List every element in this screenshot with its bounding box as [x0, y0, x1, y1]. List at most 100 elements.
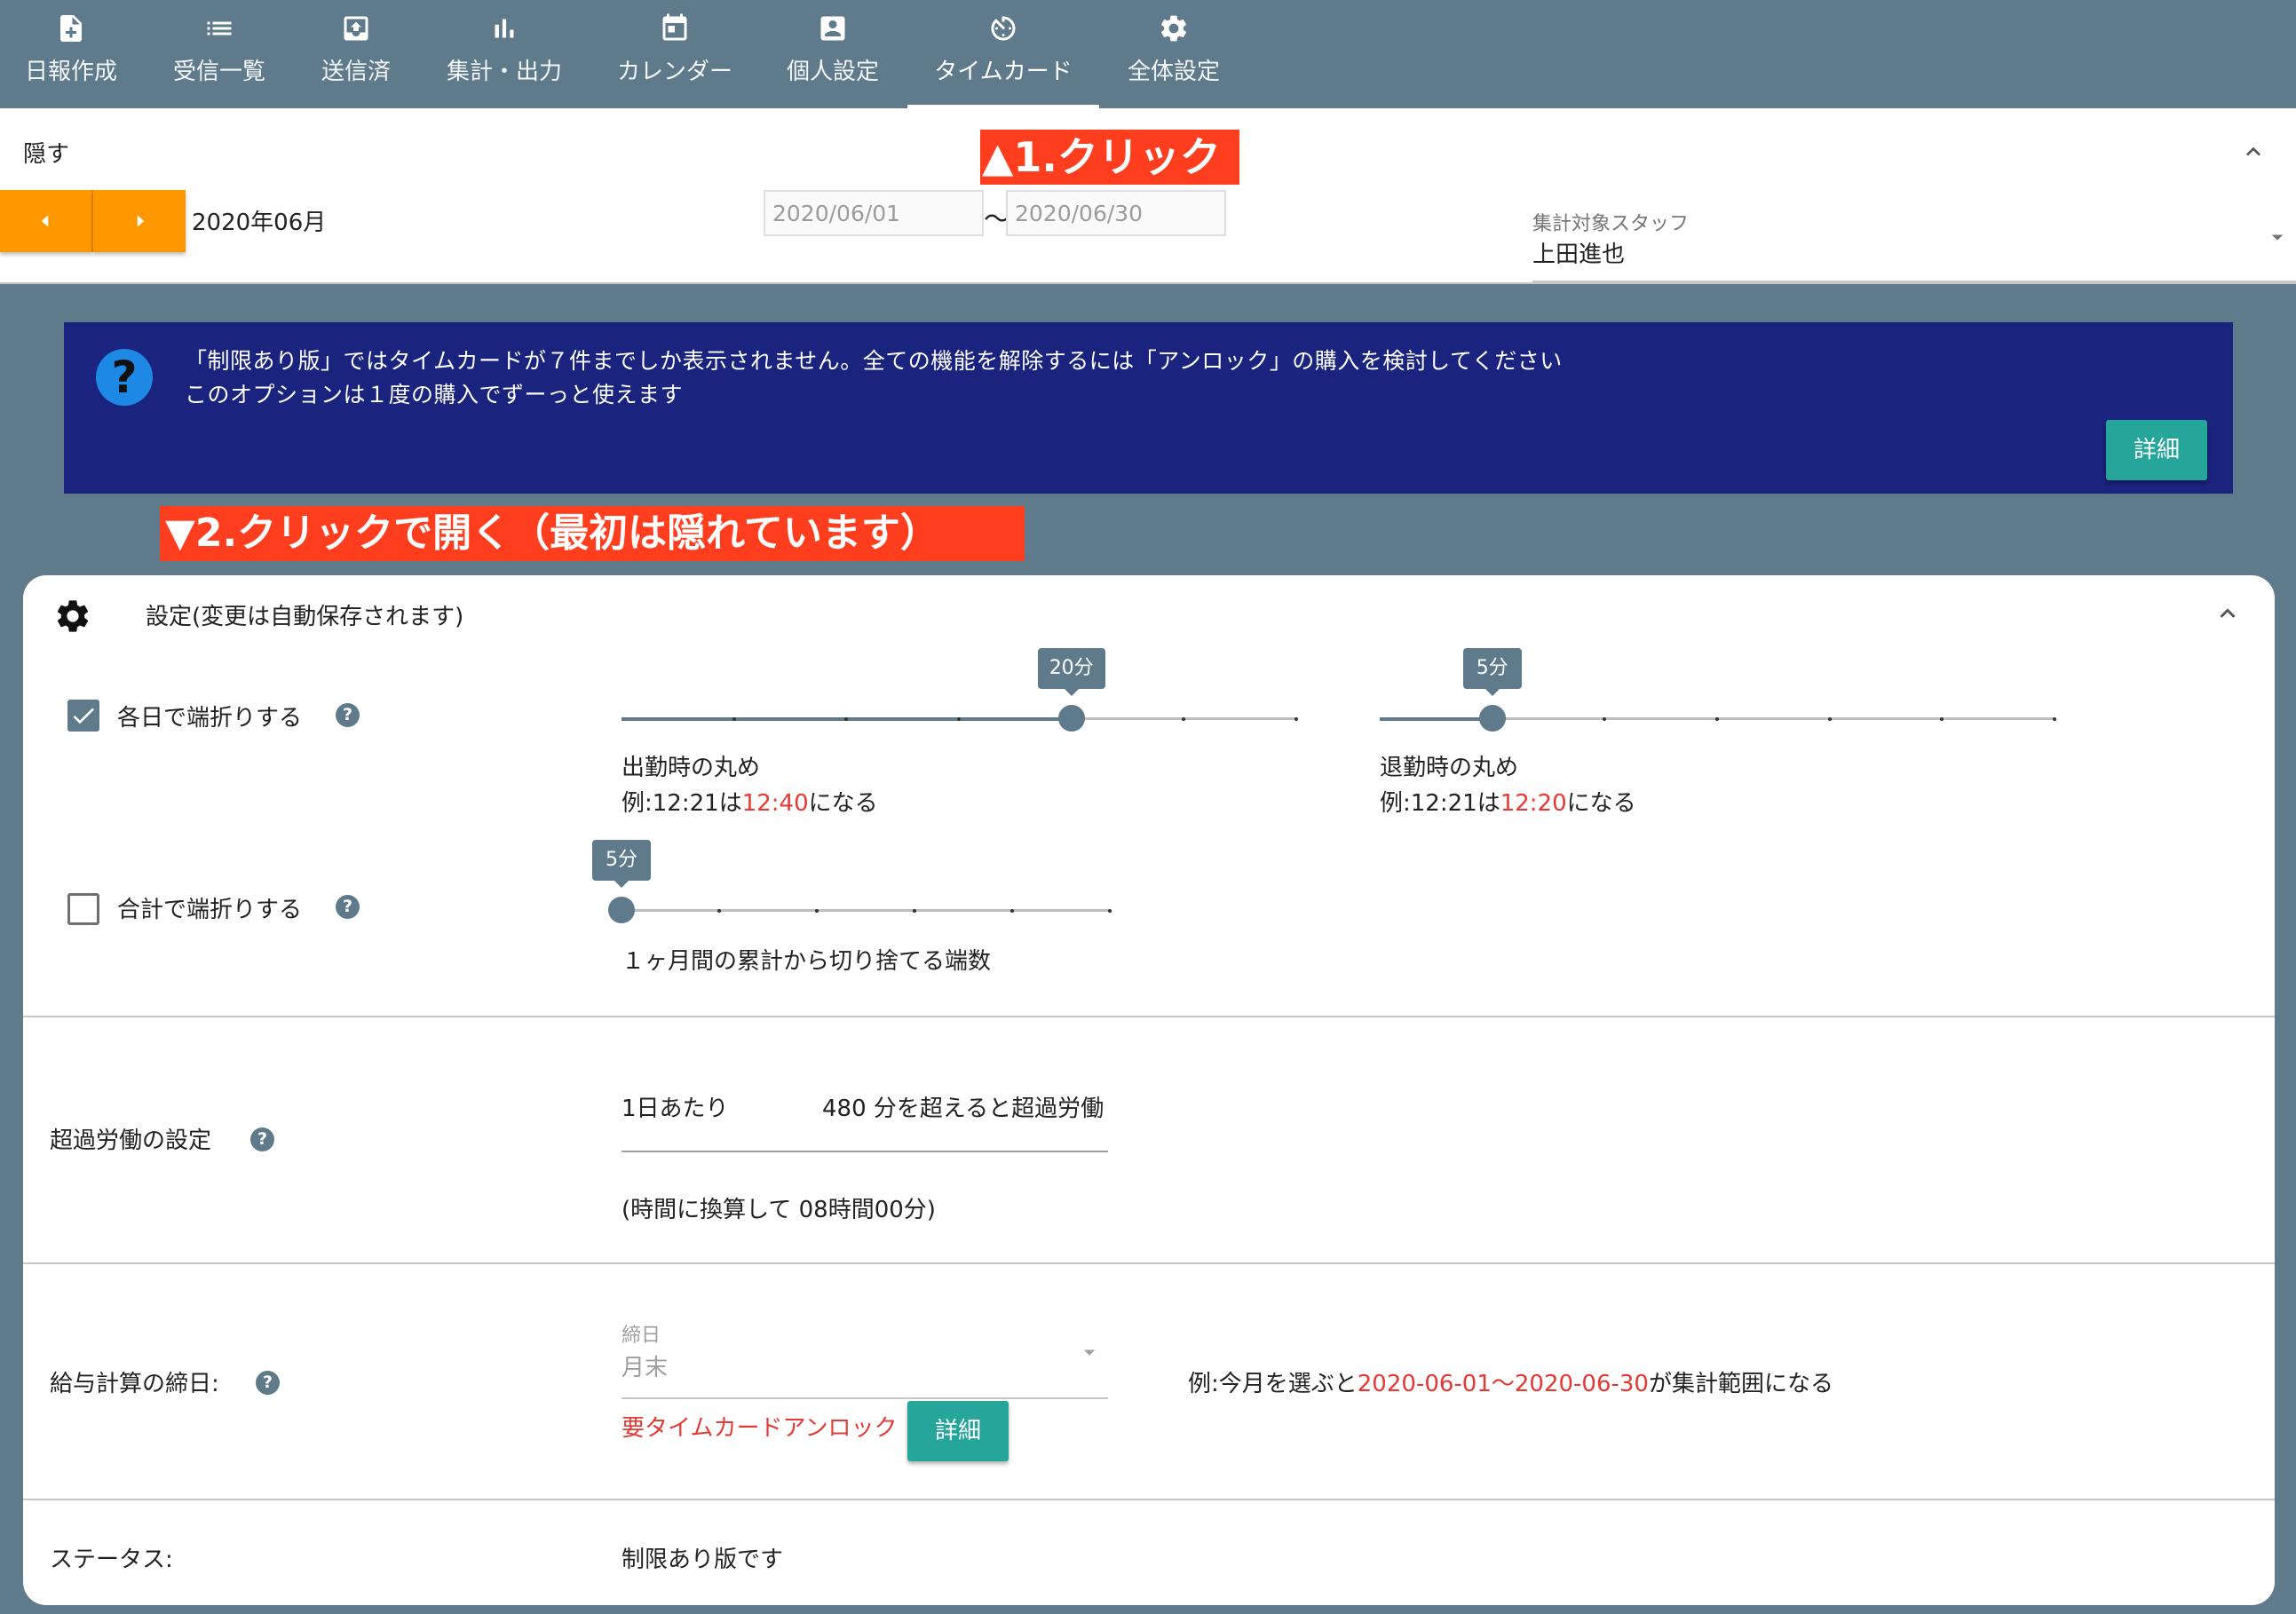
limited-version-banner: ? 「制限あり版」ではタイムカードが７件までしか表示されません。全ての機能を解除… — [64, 322, 2233, 494]
example-prefix: 例:12:21は — [1380, 790, 1500, 817]
staff-select-underline — [1532, 281, 2296, 282]
example-suffix: になる — [1566, 790, 1636, 817]
slider-tick — [957, 717, 961, 721]
help-icon[interactable]: ? — [336, 703, 360, 727]
slider-value-label: 5分 — [592, 840, 651, 888]
hide-toggle[interactable]: 隠す — [23, 136, 69, 169]
status-label: ステータス: — [50, 1547, 173, 1573]
clock-in-title: 出勤時の丸め — [622, 755, 761, 781]
closing-day-select[interactable]: 月末 — [622, 1349, 668, 1382]
payroll-details-button[interactable]: 詳細 — [907, 1401, 1009, 1461]
slider-fill — [1380, 717, 1492, 721]
slider-tick — [1294, 717, 1298, 721]
timecard-settings-card: 設定(変更は自動保存されます) 各日で端折りする ? 20分 出勤時の丸め 例:… — [23, 575, 2275, 1605]
help-icon[interactable]: ? — [336, 895, 360, 919]
overtime-threshold-input[interactable]: 480 分を超えると超過労働 — [822, 1090, 1104, 1123]
nav-item-label: カレンダー — [616, 59, 732, 85]
clock-in-rounding-slider[interactable]: 20分 — [622, 648, 1298, 753]
next-month-button[interactable] — [93, 190, 186, 252]
slider-thumb[interactable] — [1478, 705, 1506, 732]
total-rounding-slider[interactable]: 5分 — [592, 840, 1112, 945]
slider-thumb[interactable] — [608, 897, 635, 923]
dropdown-arrow-icon[interactable] — [1076, 1339, 1103, 1365]
settings-title: 設定(変更は自動保存されます) — [146, 604, 464, 630]
staff-select-label: 集計対象スタッフ — [1532, 213, 1690, 235]
overtime-per-day: 1日あたり — [622, 1096, 729, 1122]
nav-item-label: タイムカード — [934, 59, 1073, 85]
callout-step-2: ▼2.クリックで開く（最初は隠れています） — [160, 506, 1025, 561]
nav-item-label: 個人設定 — [786, 59, 879, 85]
nav-item-timecard[interactable]: タイムカード — [907, 0, 1099, 108]
clock-out-example: 例:12:21は12:20になる — [1380, 785, 1636, 818]
slider-thumb[interactable] — [1057, 705, 1085, 732]
caret-right-icon — [137, 215, 145, 227]
overtime-converted: (時間に換算して 08時間00分) — [622, 1197, 936, 1223]
clock-out-rounding-slider[interactable]: 5分 — [1380, 648, 2056, 753]
file-plus-icon — [60, 15, 82, 42]
daily-round-checkbox[interactable] — [67, 700, 99, 732]
example-prefix: 例:12:21は — [622, 790, 742, 817]
example-value: 12:40 — [741, 790, 809, 817]
help-circle-icon: ? — [96, 349, 153, 406]
example-suffix: が集計範囲になる — [1648, 1371, 1833, 1397]
nav-item-sent[interactable]: 送信済 — [313, 0, 400, 108]
settings-gear-icon — [57, 600, 89, 632]
example-value: 12:20 — [1500, 790, 1567, 817]
payroll-closing-label: 給与計算の締日: — [50, 1371, 219, 1397]
help-icon[interactable]: ? — [256, 1371, 280, 1395]
daily-round-label: 各日で端折りする — [117, 705, 303, 732]
slider-tick — [815, 909, 819, 913]
slider-value-label: 20分 — [1037, 648, 1105, 696]
gear-icon — [1160, 15, 1187, 42]
nav-item-aggregate[interactable]: 集計・出力 — [442, 0, 566, 108]
clock-in-example: 例:12:21は12:40になる — [622, 785, 878, 818]
slider-tick — [1108, 909, 1112, 913]
nav-item-report-create[interactable]: 日報作成 — [16, 0, 126, 108]
closing-day-underline — [622, 1397, 1108, 1399]
slider-tick — [1940, 717, 1944, 721]
callout-step-1: ▲1.クリック — [980, 130, 1239, 185]
slider-tick — [1182, 717, 1186, 721]
example-prefix: 例:今月を選ぶと — [1188, 1371, 1358, 1397]
slider-tick — [732, 717, 736, 721]
nav-item-label: 受信一覧 — [172, 59, 265, 85]
status-value: 制限あり版です — [622, 1547, 784, 1573]
slider-tick — [2053, 717, 2056, 721]
nav-item-label: 全体設定 — [1127, 59, 1220, 85]
banner-details-button[interactable]: 詳細 — [2106, 420, 2207, 480]
chevron-up-icon[interactable] — [2239, 138, 2268, 166]
slider-track — [622, 909, 1110, 912]
check-icon — [73, 708, 94, 724]
total-round-checkbox[interactable] — [67, 893, 99, 925]
slider-value-label: 5分 — [1462, 648, 1522, 696]
nav-item-global-settings[interactable]: 全体設定 — [1119, 0, 1229, 108]
date-to-input[interactable]: 2020/06/30 — [1006, 190, 1226, 236]
banner-line-1: 「制限あり版」ではタイムカードが７件までしか表示されません。全ての機能を解除する… — [185, 348, 1563, 374]
section-divider — [23, 1499, 2275, 1500]
slider-tick — [717, 909, 721, 913]
example-suffix: になる — [808, 790, 878, 817]
nav-item-label: 日報作成 — [24, 59, 117, 85]
overtime-input-underline — [622, 1151, 1108, 1152]
nav-item-calendar[interactable]: カレンダー — [613, 0, 737, 108]
closing-day-select-label: 締日 — [622, 1325, 661, 1347]
timer-icon — [991, 16, 1016, 41]
unlock-required-note: 要タイムカードアンロック — [622, 1415, 898, 1442]
slider-tick — [1827, 717, 1832, 721]
slider-tick — [913, 909, 916, 913]
date-from-input[interactable]: 2020/06/01 — [764, 190, 984, 236]
clock-out-title: 退勤時の丸め — [1380, 755, 1519, 781]
dropdown-arrow-icon[interactable] — [2264, 224, 2291, 250]
nav-item-inbox[interactable]: 受信一覧 — [162, 0, 276, 108]
caret-left-icon — [41, 215, 49, 227]
total-round-description: １ヶ月間の累計から切り捨てる端数 — [622, 948, 992, 975]
help-icon[interactable]: ? — [250, 1127, 274, 1151]
chevron-up-icon[interactable] — [2213, 598, 2243, 629]
outbox-icon — [344, 16, 368, 41]
nav-item-personal-settings[interactable]: 個人設定 — [778, 0, 888, 108]
current-month: 2020年06月 — [192, 210, 327, 236]
staff-select-value[interactable]: 上田進也 — [1532, 236, 1625, 269]
payroll-example: 例:今月を選ぶと2020-06-01〜2020-06-30が集計範囲になる — [1188, 1365, 1833, 1398]
prev-month-button[interactable] — [0, 190, 92, 252]
example-value: 2020-06-01〜2020-06-30 — [1357, 1371, 1649, 1397]
